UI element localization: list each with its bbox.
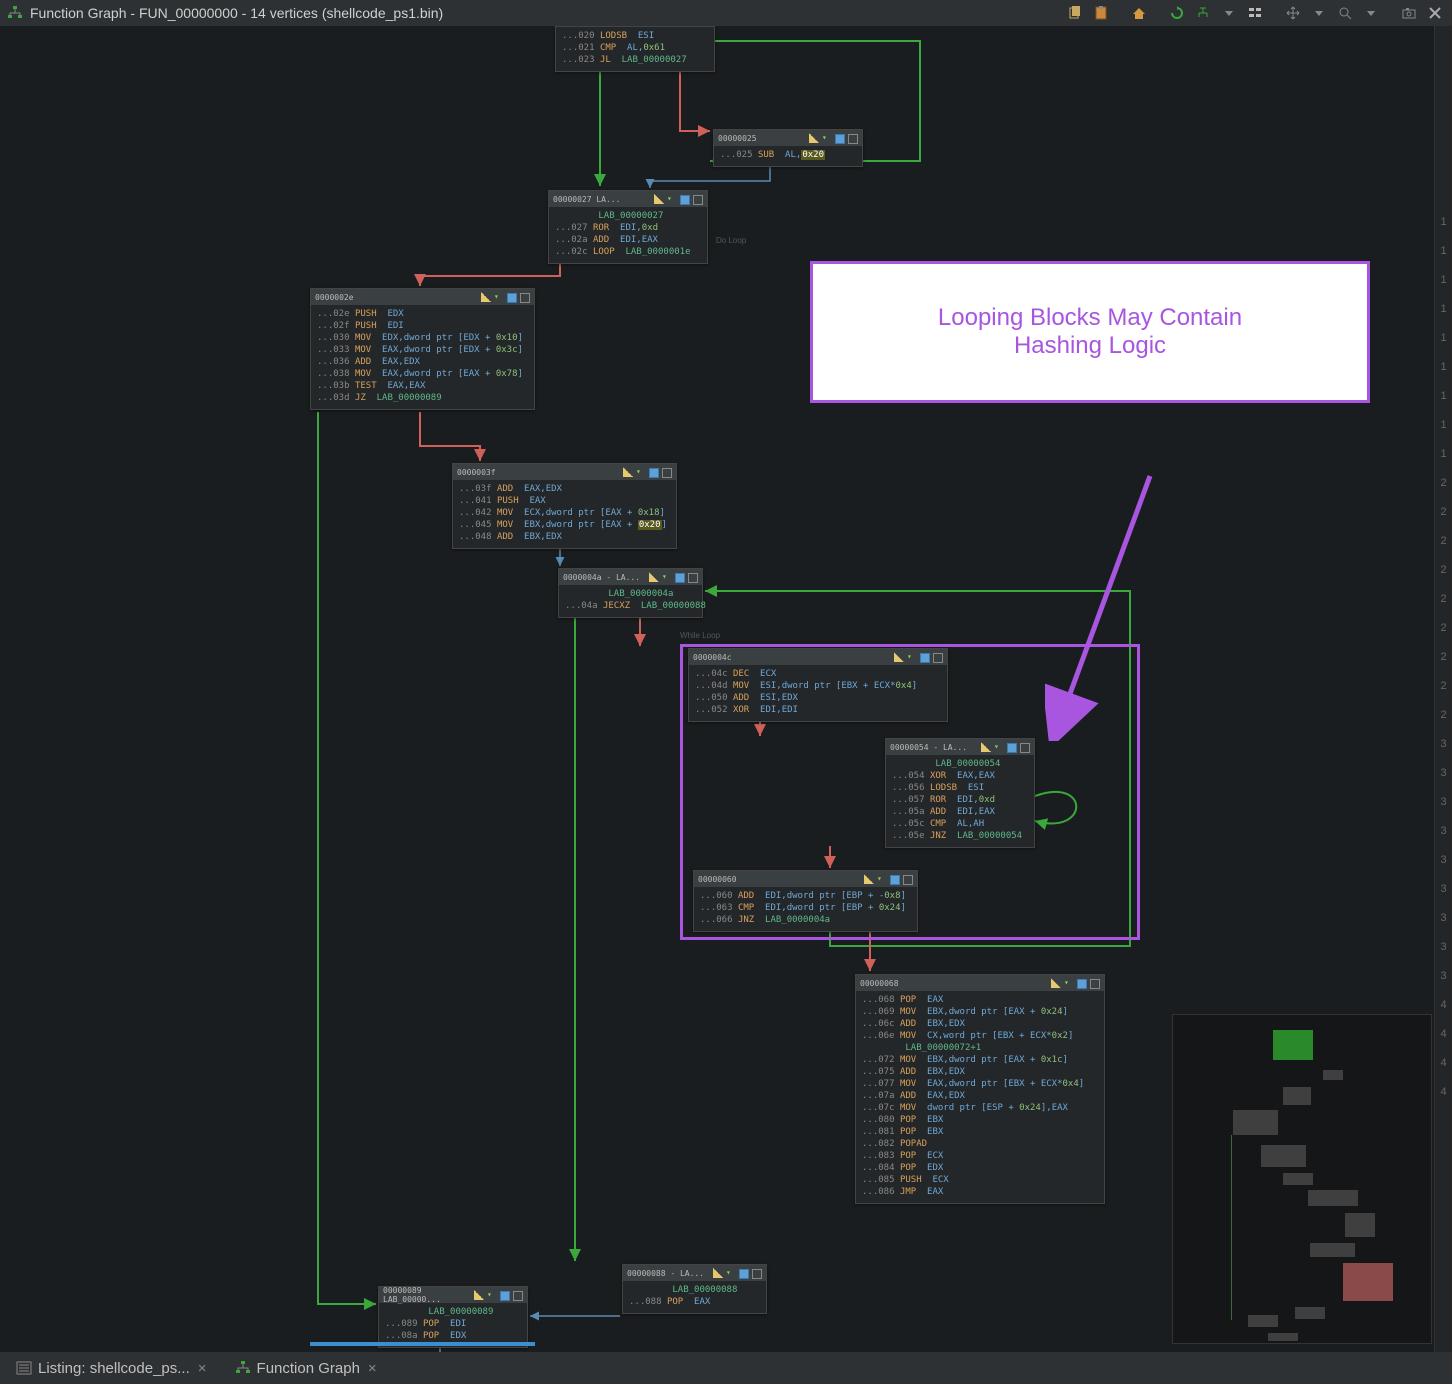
maximize-icon[interactable] (1077, 979, 1087, 989)
dropdown-icon[interactable] (494, 292, 504, 302)
block-00000025[interactable]: 00000025 ...025 SUB AL,0x20 (713, 129, 863, 167)
block-addr: 00000088 - LA... (627, 1269, 704, 1278)
layout-drop-icon[interactable] (1218, 2, 1240, 24)
pencil-icon[interactable] (1051, 978, 1061, 988)
block-addr: 00000027 LA... (553, 195, 620, 204)
toolbar (1064, 2, 1446, 24)
loop-label: While Loop (680, 631, 720, 640)
dropdown-icon[interactable] (1064, 978, 1074, 988)
block-00000088[interactable]: 00000088 - LA... LAB_00000088...088 POP … (622, 1264, 767, 1314)
paste-icon[interactable] (1090, 2, 1112, 24)
block-addr: 0000002e (315, 293, 354, 302)
restore-icon[interactable] (848, 134, 858, 144)
block-0000004a[interactable]: 0000004a - LA... LAB_0000004a...04a JECX… (558, 568, 703, 618)
restore-icon[interactable] (693, 195, 703, 205)
maximize-icon[interactable] (739, 1269, 749, 1279)
restore-icon[interactable] (1090, 979, 1100, 989)
home-icon[interactable] (1128, 2, 1150, 24)
pencil-icon[interactable] (654, 194, 664, 204)
callout-text: Looping Blocks May Contain (853, 304, 1327, 332)
graph-canvas[interactable]: ...020 LODSB ESI...021 CMP AL,0x61...023… (0, 26, 1452, 1352)
dropdown-icon[interactable] (667, 194, 677, 204)
window-title: Function Graph - FUN_00000000 - 14 verti… (30, 5, 443, 21)
dropdown-icon[interactable] (662, 572, 672, 582)
restore-icon[interactable] (520, 293, 530, 303)
restore-icon[interactable] (688, 573, 698, 583)
block-addr: 00000025 (718, 134, 757, 143)
block-0000003f[interactable]: 0000003f ...03f ADD EAX,EDX...041 PUSH E… (452, 463, 677, 549)
graph-icon (235, 1360, 251, 1376)
dropdown-icon[interactable] (726, 1268, 736, 1278)
block-addr: 0000004a - LA... (563, 573, 640, 582)
ruler: 1111111112222222223333333334444 (1434, 26, 1452, 1352)
blocks-icon[interactable] (1244, 2, 1266, 24)
close-icon[interactable] (1424, 2, 1446, 24)
bottom-tabs: Listing: shellcode_ps... × Function Grap… (0, 1352, 1452, 1384)
maximize-icon[interactable] (649, 468, 659, 478)
copy-icon[interactable] (1064, 2, 1086, 24)
dropdown-icon[interactable] (822, 133, 832, 143)
layout-icon[interactable] (1192, 2, 1214, 24)
dropdown-icon[interactable] (487, 1290, 497, 1300)
loop-label: Do Loop (716, 236, 746, 245)
maximize-icon[interactable] (835, 134, 845, 144)
close-icon[interactable]: × (198, 1360, 207, 1377)
pencil-icon[interactable] (481, 292, 491, 302)
pencil-icon[interactable] (713, 1268, 723, 1278)
maximize-icon[interactable] (675, 573, 685, 583)
tab-listing[interactable]: Listing: shellcode_ps... × (8, 1356, 215, 1381)
block-00000089[interactable]: 00000089 LAB_00000... LAB_00000089...089… (378, 1286, 528, 1348)
pencil-icon[interactable] (649, 572, 659, 582)
selection-marker (310, 1342, 535, 1346)
restore-icon[interactable] (662, 468, 672, 478)
tab-label: Function Graph (257, 1360, 360, 1377)
zoom-drop-icon[interactable] (1360, 2, 1382, 24)
block-00000068[interactable]: 00000068 ...068 POP EAX...069 MOV EBX,dw… (855, 974, 1105, 1204)
callout-text: Hashing Logic (853, 332, 1327, 360)
graph-icon (6, 4, 24, 22)
dropdown-icon[interactable] (636, 467, 646, 477)
block-addr: 00000089 LAB_00000... (383, 1286, 474, 1304)
block-0000002e[interactable]: 0000002e ...02e PUSH EDX...02f PUSH EDI.… (310, 288, 535, 410)
title-bar: Function Graph - FUN_00000000 - 14 verti… (0, 0, 1452, 26)
snapshot-icon[interactable] (1398, 2, 1420, 24)
annotation-callout: Looping Blocks May Contain Hashing Logic (810, 261, 1370, 403)
refresh-icon[interactable] (1166, 2, 1188, 24)
tab-function-graph[interactable]: Function Graph × (227, 1356, 385, 1381)
block-00000027[interactable]: 00000027 LA... LAB_00000027...027 ROR ED… (548, 190, 708, 264)
restore-icon[interactable] (752, 1269, 762, 1279)
listing-icon (16, 1360, 32, 1376)
block-top[interactable]: ...020 LODSB ESI...021 CMP AL,0x61...023… (555, 26, 715, 72)
nav-drop-icon[interactable] (1308, 2, 1330, 24)
maximize-icon[interactable] (680, 195, 690, 205)
nav-icon[interactable] (1282, 2, 1304, 24)
block-addr: 00000068 (860, 979, 899, 988)
zoom-icon[interactable] (1334, 2, 1356, 24)
restore-icon[interactable] (513, 1291, 523, 1301)
block-addr: 0000003f (457, 468, 496, 477)
minimap[interactable] (1172, 1014, 1432, 1344)
maximize-icon[interactable] (500, 1291, 510, 1301)
pencil-icon[interactable] (474, 1290, 484, 1300)
annotation-arrow (1045, 471, 1165, 741)
pencil-icon[interactable] (809, 133, 819, 143)
tab-label: Listing: shellcode_ps... (38, 1360, 190, 1377)
maximize-icon[interactable] (507, 293, 517, 303)
close-icon[interactable]: × (368, 1360, 377, 1377)
pencil-icon[interactable] (623, 467, 633, 477)
